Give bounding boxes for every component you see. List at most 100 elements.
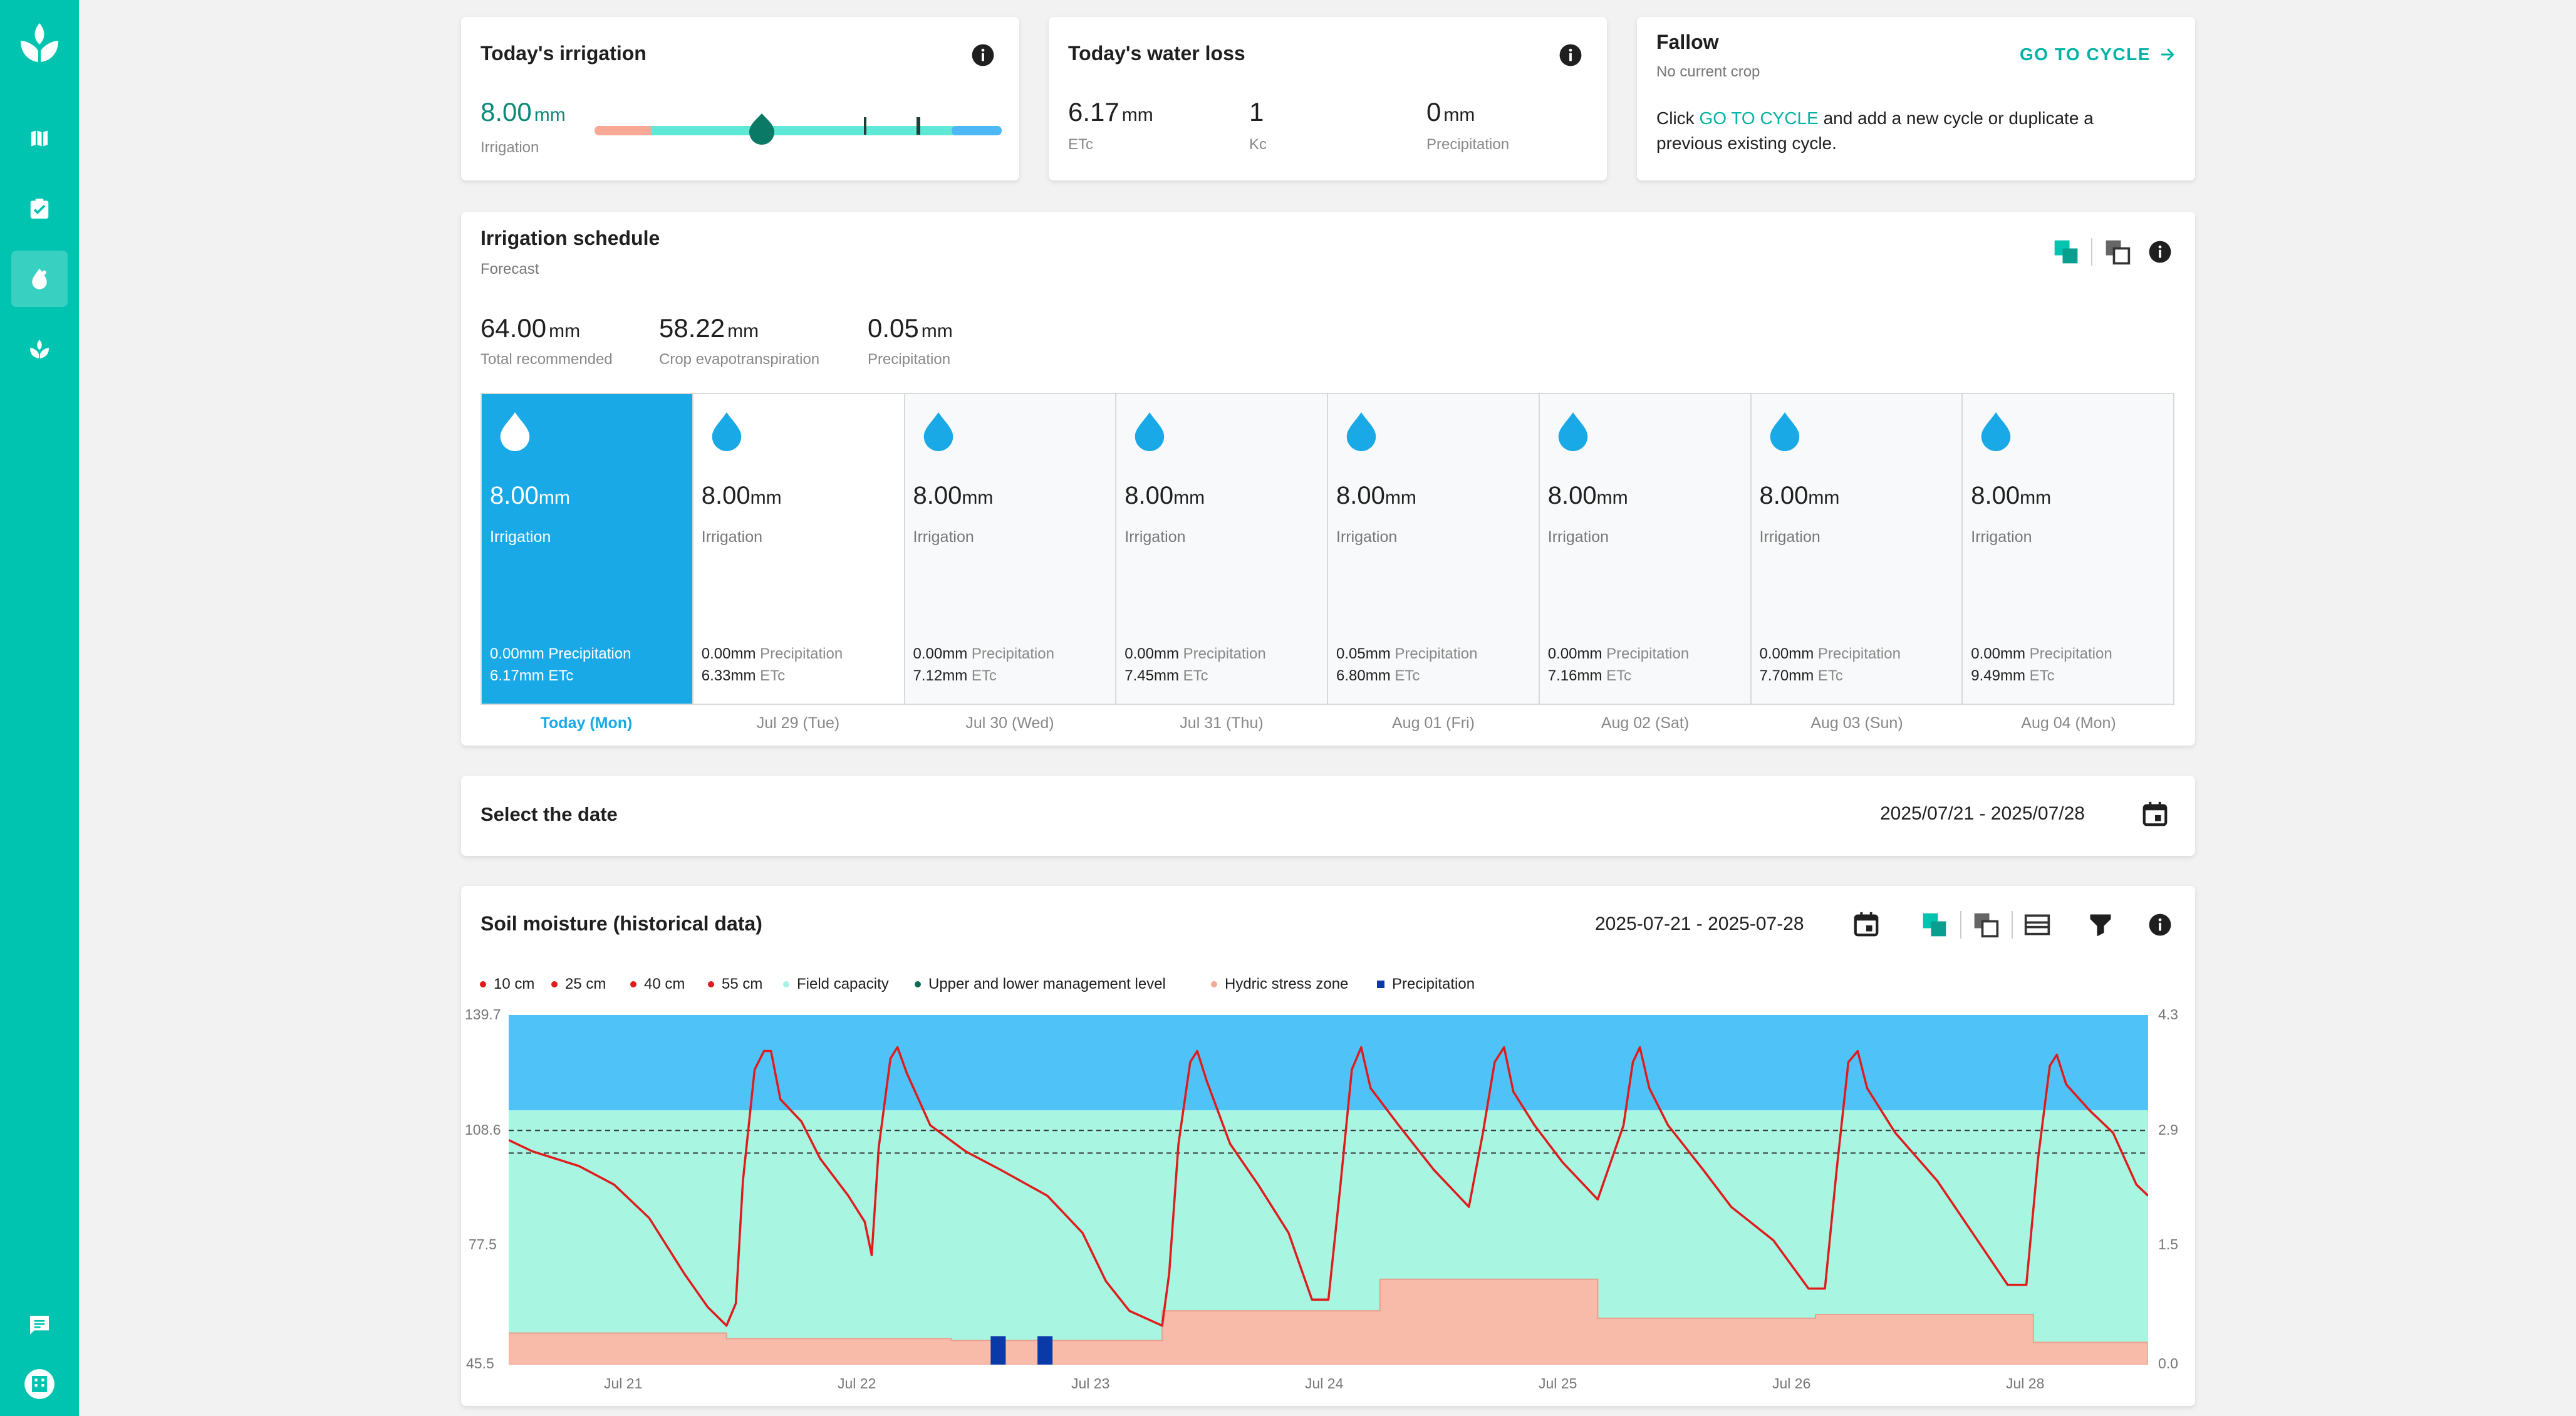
etc-label: ETc xyxy=(1068,136,1094,153)
calendar-icon[interactable] xyxy=(1852,910,1881,939)
soil-date-range[interactable]: 2025-07-21 - 2025-07-28 xyxy=(1595,914,1804,935)
saturation-zone xyxy=(509,1015,2148,1111)
kc-value: 1 xyxy=(1249,97,1264,127)
legend-item[interactable]: Precipitation xyxy=(1377,976,1475,993)
filter-icon[interactable] xyxy=(2087,911,2114,939)
kc-label: Kc xyxy=(1249,136,1267,153)
legend-marker xyxy=(1377,981,1384,988)
schedule-day[interactable]: 8.00mm Irrigation 0.00mm Precipitation 7… xyxy=(905,394,1117,704)
x-tick-label: Jul 26 xyxy=(1772,1375,1811,1392)
info-icon[interactable] xyxy=(971,43,995,67)
day-amount: 8.00mm xyxy=(701,482,782,509)
schedule-day[interactable]: 8.00mm Irrigation 0.00mm Precipitation 7… xyxy=(1751,394,1963,704)
layers-color-icon[interactable] xyxy=(1921,911,1948,939)
day-amount: 8.00mm xyxy=(1547,482,1628,509)
go-to-cycle-link[interactable]: GO TO CYCLE xyxy=(1699,108,1818,128)
x-tick-label: Jul 28 xyxy=(2006,1375,2045,1392)
legend-item[interactable]: 10 cm xyxy=(480,976,534,993)
schedule-title: Irrigation schedule xyxy=(480,227,660,249)
irrigation-label: Irrigation xyxy=(480,139,539,156)
info-icon[interactable] xyxy=(1559,43,1582,67)
day-date-label: Aug 02 (Sat) xyxy=(1601,714,1690,732)
schedule-day[interactable]: 8.00mm Irrigation 0.05mm Precipitation 6… xyxy=(1328,394,1540,704)
info-icon[interactable] xyxy=(2148,913,2172,937)
irrigation-slider[interactable] xyxy=(595,105,1002,155)
map-icon[interactable] xyxy=(11,110,68,167)
water-drop-icon xyxy=(1135,412,1165,451)
info-icon[interactable] xyxy=(2148,240,2172,264)
legend-label: Upper and lower management level xyxy=(928,976,1166,992)
legend-marker xyxy=(1211,981,1217,987)
day-label: Irrigation xyxy=(1971,528,2032,546)
right-tick-label: 1.5 xyxy=(2158,1236,2178,1252)
day-amount: 8.00mm xyxy=(1971,482,2052,509)
day-date-label: Jul 30 (Wed) xyxy=(965,714,1054,732)
layers-gray-icon[interactable] xyxy=(2104,238,2131,266)
layers-color-icon[interactable] xyxy=(2052,238,2080,266)
right-tick-label: 2.9 xyxy=(2158,1122,2178,1138)
sprout-icon[interactable] xyxy=(11,321,68,377)
split-view-icon[interactable] xyxy=(2023,911,2051,939)
schedule-precip-label: Precipitation xyxy=(868,351,951,368)
schedule-day[interactable]: 8.00mm Irrigation 0.00mm Precipitation 6… xyxy=(693,394,905,704)
legend-label: Field capacity xyxy=(797,976,889,992)
logo-icon[interactable] xyxy=(11,15,68,71)
legend-label: 55 cm xyxy=(722,976,763,992)
day-etc: 7.16mm ETc xyxy=(1547,667,1632,684)
day-amount: 8.00mm xyxy=(1336,482,1416,509)
building-icon[interactable] xyxy=(11,1356,68,1412)
legend-label: 25 cm xyxy=(565,976,606,992)
toolbar-divider xyxy=(2012,911,2013,939)
go-to-cycle-button[interactable]: GO TO CYCLE xyxy=(2020,44,2177,65)
precipitation-bar xyxy=(990,1336,1006,1365)
crop-et-value: 58.22 mm xyxy=(659,313,759,343)
day-date-label: Jul 31 (Thu) xyxy=(1180,714,1264,732)
water-drop-icon[interactable] xyxy=(11,251,68,307)
day-date-label: Aug 04 (Mon) xyxy=(2021,714,2116,732)
day-amount: 8.00mm xyxy=(1124,482,1205,509)
day-etc: 7.45mm ETc xyxy=(1124,667,1208,684)
day-amount: 8.00mm xyxy=(490,482,570,509)
clipboard-check-icon[interactable] xyxy=(11,180,68,237)
day-etc: 6.17mm ETc xyxy=(490,667,574,684)
day-precip: 0.00mm Precipitation xyxy=(490,645,631,662)
schedule-day[interactable]: 8.00mm Irrigation 0.00mm Precipitation 9… xyxy=(1963,394,2173,704)
schedule-day[interactable]: 8.00mm Irrigation 0.00mm Precipitation 6… xyxy=(482,394,693,704)
x-tick-label: Jul 24 xyxy=(1305,1375,1344,1392)
toolbar-divider xyxy=(2091,238,2092,266)
day-precip: 0.00mm Precipitation xyxy=(1547,645,1690,662)
left-tick-label: 139.7 xyxy=(465,1006,501,1023)
schedule-subtitle: Forecast xyxy=(480,261,539,278)
layers-gray-icon[interactable] xyxy=(1972,911,2000,939)
left-tick-label: 45.5 xyxy=(466,1355,494,1372)
date-range-value[interactable]: 2025/07/21 - 2025/07/28 xyxy=(1880,803,2085,825)
todays-water-loss-card: Today's water loss 6.17 mm ETc 1 Kc 0 mm P… xyxy=(1049,17,1607,180)
chat-icon[interactable] xyxy=(11,1297,68,1353)
x-tick-label: Jul 25 xyxy=(1539,1375,1577,1392)
legend-item[interactable]: Upper and lower management level xyxy=(915,976,1166,993)
calendar-icon[interactable] xyxy=(2141,799,2169,828)
schedule-day[interactable]: 8.00mm Irrigation 0.00mm Precipitation 7… xyxy=(1116,394,1328,704)
day-label: Irrigation xyxy=(1547,528,1609,546)
legend-item[interactable]: 55 cm xyxy=(708,976,762,993)
legend-item[interactable]: 40 cm xyxy=(630,976,685,993)
day-etc: 6.80mm ETc xyxy=(1336,667,1420,684)
day-date-label: Aug 01 (Fri) xyxy=(1392,714,1475,732)
toolbar-divider xyxy=(1960,911,1961,939)
precipitation-bar xyxy=(1037,1336,1053,1365)
day-label: Irrigation xyxy=(1124,528,1186,546)
legend-item[interactable]: 25 cm xyxy=(551,976,606,993)
slider-thumb[interactable] xyxy=(747,112,777,146)
water-drop-icon xyxy=(1770,412,1799,451)
legend-label: 10 cm xyxy=(494,976,535,992)
total-recommended-value: 64.00 mm xyxy=(480,313,581,343)
schedule-day[interactable]: 8.00mm Irrigation 0.00mm Precipitation 7… xyxy=(1539,394,1752,704)
day-label: Irrigation xyxy=(701,528,763,546)
soil-moisture-chart[interactable] xyxy=(509,1015,2148,1365)
legend-item[interactable]: Field capacity xyxy=(783,976,889,993)
legend-item[interactable]: Hydric stress zone xyxy=(1211,976,1348,993)
left-tick-label: 77.5 xyxy=(469,1236,497,1252)
day-etc: 7.12mm ETc xyxy=(913,667,997,684)
crop-et-label: Crop evapotranspiration xyxy=(659,351,820,368)
date-select-card: Select the date 2025/07/21 - 2025/07/28 xyxy=(461,776,2195,856)
